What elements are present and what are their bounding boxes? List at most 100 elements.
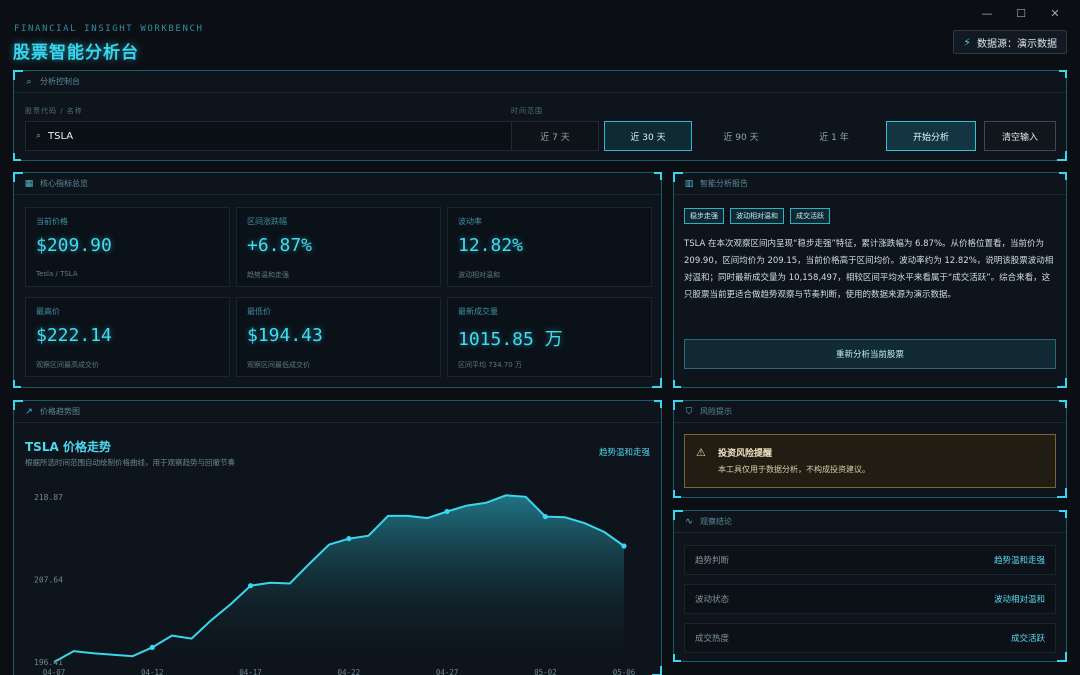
x-tick-label: 04-22 (338, 668, 361, 675)
panel-header: ↗ 价格趋势图 (14, 401, 661, 423)
x-tick-label: 05-02 (534, 668, 557, 675)
conclusion-key: 成交热度 (695, 634, 730, 644)
range-90d-button[interactable]: 近 90 天 (697, 121, 785, 151)
metric-label: 区间涨跌幅 (247, 217, 287, 226)
metric-sub: 观察区间最低成交价 (247, 361, 310, 369)
title-bar: FINANCIAL INSIGHT WORKBENCH 股票智能分析台 — ☐ … (0, 0, 1080, 66)
panel-title: 分析控制台 (40, 77, 80, 86)
range-label: 时间范围 (511, 107, 543, 115)
metric-label: 最低价 (247, 307, 271, 316)
metric-card: 最新成交量 1015.85 万 区间平均 734.70 万 (447, 297, 652, 377)
metric-label: 最新成交量 (458, 307, 498, 316)
panel-title: 核心指标总览 (40, 179, 88, 188)
stock-search-input[interactable] (48, 130, 449, 142)
search-field[interactable]: ⌕ (25, 121, 515, 151)
conclusion-value: 趋势温和走强 (993, 556, 1045, 566)
y-tick-label: 196.41 (34, 658, 63, 667)
y-tick-label: 207.64 (34, 576, 63, 585)
search-icon: ⌕ (36, 131, 42, 141)
metric-value: $222.14 (36, 325, 112, 346)
price-point (542, 514, 548, 520)
panel-header: ▦ 核心指标总览 (14, 173, 661, 195)
metric-sub: Tesla / TSLA (36, 270, 78, 278)
start-analysis-button[interactable]: 开始分析 (886, 121, 976, 151)
metric-card: 最高价 $222.14 观察区间最高成交价 (25, 297, 230, 377)
range-30d-button[interactable]: 近 30 天 (604, 121, 692, 151)
conclusion-value: 成交活跃 (1010, 634, 1045, 644)
x-tick-label: 04-12 (141, 668, 164, 675)
chart-title: TSLA 价格走势 (25, 440, 111, 454)
tag: 波动相对温和 (730, 208, 784, 224)
metric-sub: 区间平均 734.70 万 (458, 361, 522, 369)
analysis-panel: ▥ 智能分析报告 稳步走强 波动相对温和 成交活跃 TSLA 在本次观察区间内呈… (673, 172, 1067, 388)
analysis-text: TSLA 在本次观察区间内呈现“稳步走强”特征，累计涨跌幅为 6.87%。从价格… (684, 239, 1054, 300)
panel-title: 观察结论 (700, 517, 732, 526)
metric-label: 当前价格 (36, 217, 68, 226)
price-point (149, 644, 155, 650)
y-tick-label: 218.87 (34, 493, 63, 502)
search-icon: ⌕ (26, 76, 32, 87)
risk-title: 投资风险提醒 (718, 449, 773, 459)
reanalyze-button[interactable]: 重新分析当前股票 (684, 339, 1056, 369)
panel-title: 价格趋势图 (40, 407, 80, 416)
trend-icon: ↗ (25, 406, 33, 417)
price-point (444, 508, 450, 515)
range-7d-button[interactable]: 近 7 天 (511, 121, 599, 151)
risk-panel: ⛉ 风险提示 ⚠ 投资风险提醒 本工具仅用于数据分析，不构成投资建议。 (673, 400, 1067, 498)
price-area (54, 495, 624, 663)
chart-subtitle: 根据所选时间范围自动绘制价格曲线，用于观察趋势与回撤节奏 (25, 458, 235, 467)
window-controls: — ☐ ✕ (970, 4, 1072, 22)
metric-card: 波动率 12.82% 波动相对温和 (447, 207, 652, 287)
panel-header: ∿ 观察结论 (674, 511, 1066, 533)
range-1y-button[interactable]: 近 1 年 (790, 121, 878, 151)
price-point (621, 543, 627, 549)
panel-title: 风险提示 (700, 407, 732, 416)
risk-warning-box: ⚠ 投资风险提醒 本工具仅用于数据分析，不构成投资建议。 (684, 434, 1056, 488)
conclusion-key: 波动状态 (695, 595, 730, 605)
panel-title: 智能分析报告 (700, 179, 748, 188)
metric-value: +6.87% (247, 235, 313, 256)
metric-label: 最高价 (36, 307, 60, 316)
risk-text: 本工具仅用于数据分析，不构成投资建议。 (718, 465, 870, 474)
metric-card: 区间涨跌幅 +6.87% 趋势温和走强 (236, 207, 441, 287)
chart-trend-badge: 趋势温和走强 (598, 448, 650, 458)
code-label: 股票代码 / 名称 (25, 107, 83, 115)
close-icon[interactable]: ✕ (1038, 4, 1072, 22)
x-tick-label: 04-27 (436, 668, 459, 675)
maximize-icon[interactable]: ☐ (1004, 4, 1038, 22)
panel-header: ▥ 智能分析报告 (674, 173, 1066, 195)
tag: 稳步走强 (684, 208, 724, 224)
lightning-icon: ⚡ (963, 35, 971, 49)
metrics-panel: ▦ 核心指标总览 当前价格 $209.90 Tesla / TSLA 区间涨跌幅… (13, 172, 662, 388)
metric-value: 12.82% (458, 235, 524, 256)
conclusion-value: 波动相对温和 (993, 595, 1045, 605)
warning-icon: ⚠ (696, 446, 706, 459)
metric-value: $194.43 (247, 325, 323, 346)
clear-input-button[interactable]: 清空输入 (984, 121, 1056, 151)
price-point (247, 583, 254, 589)
control-panel: ⌕ 分析控制台 股票代码 / 名称 时间范围 ⌕ 近 7 天 近 30 天 近 … (13, 70, 1067, 161)
analysis-tags: 稳步走强 波动相对温和 成交活跃 (684, 208, 830, 224)
pulse-icon: ∿ (685, 516, 693, 527)
panel-header: ⛉ 风险提示 (674, 401, 1066, 423)
shield-icon: ⛉ (685, 406, 693, 417)
metric-label: 波动率 (458, 217, 482, 226)
datasource-button[interactable]: ⚡ 数据源：演示数据 (953, 30, 1067, 54)
app-title: 股票智能分析台 (13, 43, 139, 63)
bar-chart-icon: ▥ (684, 178, 694, 189)
x-tick-label: 04-17 (239, 668, 262, 675)
conclusion-panel: ∿ 观察结论 趋势判断 趋势温和走强 波动状态 波动相对温和 成交热度 成交活跃 (673, 510, 1067, 662)
price-chart: 218.87 207.64 196.4104-07 04-12 04-17 04-22 04… (34, 493, 636, 675)
x-tick-label: 05-06 (613, 668, 636, 675)
x-tick-label: 04-07 (43, 668, 66, 675)
grid-icon: ▦ (24, 178, 34, 189)
metric-value: 1015.85 万 (458, 329, 563, 350)
metric-sub: 趋势温和走强 (247, 271, 289, 279)
minimize-icon[interactable]: — (970, 4, 1004, 22)
metric-sub: 波动相对温和 (458, 271, 500, 279)
metric-card: 最低价 $194.43 观察区间最低成交价 (236, 297, 441, 377)
metric-sub: 观察区间最高成交价 (36, 361, 99, 369)
metric-card: 当前价格 $209.90 Tesla / TSLA (25, 207, 230, 287)
conclusion-row: 成交热度 成交活跃 (684, 623, 1056, 653)
chart-panel: ↗ 价格趋势图 TSLA 价格走势 根据所选时间范围自动绘制价格曲线，用于观察趋… (13, 400, 662, 675)
